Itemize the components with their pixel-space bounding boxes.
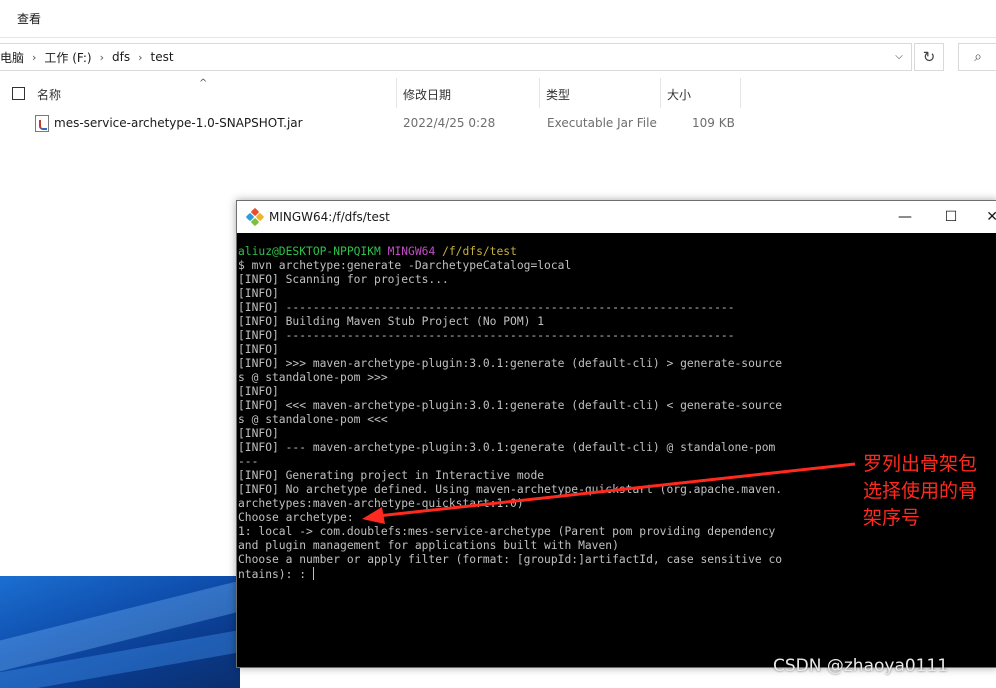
terminal-line: archetypes:maven-archetype-quickstart:1.… [238,497,524,510]
ribbon: 查看 [0,0,996,38]
terminal-line: [INFO] >>> maven-archetype-plugin:3.0.1:… [238,357,783,370]
file-name: mes-service-archetype-1.0-SNAPSHOT.jar [54,116,303,130]
watermark: CSDN @zhaoya0111 [773,656,949,676]
chevron-right-icon[interactable]: › [32,51,36,64]
address-bar-row: 电脑 › 工作 (F:) › dfs › test ⌵ ↻ ⌕ [0,41,996,73]
terminal-line: 1: local -> com.doublefs:mes-service-arc… [238,525,776,538]
terminal-line: [INFO] [238,343,279,356]
chevron-down-icon[interactable]: ⌵ [891,49,907,65]
terminal-line: --- [238,455,259,468]
column-divider[interactable] [396,78,397,108]
file-list-item[interactable]: mes-service-archetype-1.0-SNAPSHOT.jar 2… [0,113,996,135]
prompt-user: aliuz@DESKTOP-NPPQIKM [238,245,381,258]
prompt-path: /f/dfs/test [442,245,517,258]
terminal-line: [INFO] [238,427,279,440]
terminal-line: [INFO] Scanning for projects... [238,273,449,286]
annotation-note: 罗列出骨架包 选择使用的骨 架序号 [863,451,995,532]
git-bash-icon [245,207,265,227]
breadcrumb-item[interactable]: dfs [112,50,130,64]
terminal-line: Choose archetype: [238,511,354,524]
desktop-wallpaper [0,576,240,688]
file-type: Executable Jar File [547,116,657,130]
terminal-line: and plugin management for applications b… [238,539,619,552]
ribbon-tab-view[interactable]: 查看 [17,10,41,27]
terminal-line: [INFO] --- maven-archetype-plugin:3.0.1:… [238,441,776,454]
terminal-line: ntains): : [238,568,313,581]
terminal-window[interactable]: MINGW64:/f/dfs/test — ☐ ✕ aliuz@DESKTOP-… [236,200,996,668]
file-date: 2022/4/25 0:28 [403,116,496,130]
terminal-line: [INFO] ---------------------------------… [238,301,735,314]
terminal-title: MINGW64:/f/dfs/test [269,210,390,224]
sort-ascending-icon: ^ [199,78,208,89]
annotation-line: 选择使用的骨 [863,480,978,502]
breadcrumb-item[interactable]: 电脑 [0,49,24,66]
search-input[interactable]: ⌕ [958,43,996,71]
annotation-line: 罗列出骨架包 [863,453,978,475]
file-size: 109 KB [692,116,735,130]
terminal-line: [INFO] No archetype defined. Using maven… [238,483,783,496]
search-icon: ⌕ [974,49,982,65]
terminal-titlebar[interactable]: MINGW64:/f/dfs/test — ☐ ✕ [237,201,996,233]
column-divider[interactable] [740,78,741,108]
terminal-line: [INFO] Generating project in Interactive… [238,469,545,482]
jar-file-icon [35,115,49,132]
terminal-line: [INFO] ---------------------------------… [238,329,735,342]
terminal-line: Choose a number or apply filter (format:… [238,553,783,566]
minimize-button[interactable]: — [882,201,928,233]
terminal-line: s @ standalone-pom >>> [238,371,388,384]
prompt-host: MINGW64 [387,245,436,258]
select-all-checkbox[interactable] [12,87,25,100]
refresh-icon: ↻ [922,48,936,66]
refresh-button[interactable]: ↻ [914,43,944,71]
terminal-line: [INFO] [238,385,279,398]
terminal-line: $ mvn archetype:generate -DarchetypeCata… [238,259,572,272]
column-divider[interactable] [660,78,661,108]
column-header-row: ^ 名称 修改日期 类型 大小 [0,78,996,108]
terminal-line: [INFO] [238,287,279,300]
annotation-line: 架序号 [863,507,921,529]
close-button[interactable]: ✕ [974,201,996,233]
column-header-date[interactable]: 修改日期 [403,86,451,103]
maximize-button[interactable]: ☐ [928,201,974,233]
chevron-right-icon[interactable]: › [100,51,104,64]
address-bar[interactable]: 电脑 › 工作 (F:) › dfs › test ⌵ [0,43,912,71]
column-header-name[interactable]: 名称 [37,86,61,103]
terminal-line: [INFO] Building Maven Stub Project (No P… [238,315,545,328]
column-header-size[interactable]: 大小 [667,86,691,103]
column-divider[interactable] [539,78,540,108]
chevron-right-icon[interactable]: › [138,51,142,64]
terminal-line: [INFO] <<< maven-archetype-plugin:3.0.1:… [238,399,783,412]
breadcrumb-item[interactable]: 工作 (F:) [44,49,91,66]
column-header-type[interactable]: 类型 [546,86,570,103]
terminal-line: s @ standalone-pom <<< [238,413,388,426]
breadcrumb-item[interactable]: test [151,50,174,64]
terminal-output[interactable]: aliuz@DESKTOP-NPPQIKM MINGW64 /f/dfs/tes… [237,233,996,667]
terminal-cursor [312,567,314,580]
